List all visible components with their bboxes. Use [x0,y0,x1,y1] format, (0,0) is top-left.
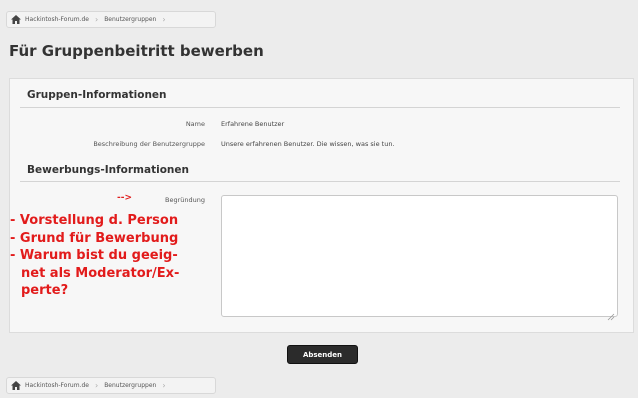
home-icon [11,15,21,24]
breadcrumb-label: Benutzergruppen [104,16,157,23]
section-divider [20,181,620,182]
group-name-value: Erfahrene Benutzer [221,120,285,128]
breadcrumb-item-groups[interactable]: Benutzergruppen › [104,15,165,24]
breadcrumb-item-home[interactable]: Hackintosh-Forum.de › [11,381,98,390]
breadcrumb-label: Hackintosh-Forum.de [25,382,89,389]
breadcrumb-item-groups[interactable]: Benutzergruppen › [104,381,165,390]
section-divider [20,107,620,108]
breadcrumb-separator-icon: › [94,381,99,390]
annotation-line: perte? [21,283,69,298]
application-info-heading: Bewerbungs-Informationen [27,164,189,176]
breadcrumb-bottom: Hackintosh-Forum.de › Benutzergruppen › [6,377,216,394]
resize-grip-icon[interactable] [607,306,615,321]
breadcrumb-label: Benutzergruppen [104,382,157,389]
annotation-line: - Grund für Bewerbung [10,230,179,246]
group-name-label: Name [185,120,205,128]
page-title: Für Gruppenbeitritt bewerben [9,42,264,60]
handwritten-annotation: - Vorstellung d. Person - Grund für Bewe… [10,212,179,300]
annotation-line: - Warum bist du geeig- [10,248,178,263]
group-description-label: Beschreibung der Benutzergruppe [93,140,205,148]
home-icon [11,381,21,390]
submit-button[interactable]: Absenden [287,345,358,364]
annotation-line: net als Moderator/Ex- [21,265,180,281]
annotation-line: - Vorstellung d. Person [10,213,179,228]
group-description-value: Unsere erfahrenen Benutzer. Die wissen, … [221,140,395,148]
breadcrumb-separator-icon: › [162,15,166,24]
breadcrumb-separator-icon: › [162,381,166,390]
breadcrumb-label: Hackintosh-Forum.de [25,16,89,23]
reason-label: Begründung [165,196,205,204]
group-info-heading: Gruppen-Informationen [27,89,167,101]
breadcrumb-item-home[interactable]: Hackintosh-Forum.de › [11,15,98,24]
reason-textarea[interactable] [221,195,618,321]
breadcrumb-top: Hackintosh-Forum.de › Benutzergruppen › [6,11,216,28]
breadcrumb-separator-icon: › [94,15,99,24]
